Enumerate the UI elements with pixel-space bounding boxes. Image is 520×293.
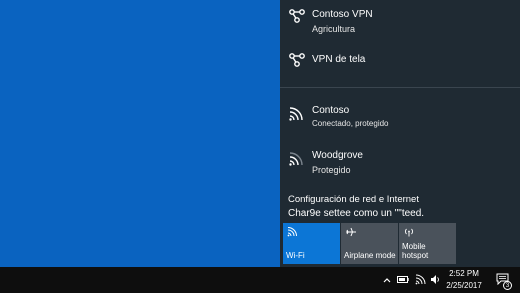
wifi-name: Contoso — [312, 105, 350, 116]
divider — [280, 87, 520, 88]
airplane-icon — [346, 227, 356, 237]
status-text: Char9e settee como un ""teed. — [288, 208, 425, 219]
tile-label: Wi-Fi — [286, 251, 305, 260]
vpn-icon — [289, 53, 305, 67]
wifi-network-woodgrove[interactable]: Woodgrove Protegido — [280, 141, 520, 186]
vpn-icon — [289, 9, 305, 23]
vpn-subtitle: Agricultura — [312, 24, 356, 34]
show-hidden-icons-chevron-icon[interactable] — [383, 277, 391, 283]
taskbar: 2:52 PM 2/25/2017 3 — [0, 267, 520, 293]
mobile-hotspot-tile[interactable]: Mobile hotspot — [399, 223, 456, 264]
network-wifi-tray-icon[interactable] — [415, 274, 426, 285]
wifi-icon — [287, 227, 297, 237]
vpn-item-contoso[interactable]: Contoso VPN Agricultura — [280, 0, 520, 45]
vpn-name: VPN de tela — [312, 54, 366, 65]
wifi-network-contoso[interactable]: Contoso Conectado, protegido — [280, 96, 520, 141]
wifi-signal-icon — [289, 152, 303, 166]
wifi-status: Conectado, protegido — [312, 119, 389, 128]
hotspot-icon — [405, 228, 413, 237]
notification-count-badge: 3 — [503, 281, 512, 290]
clock-date[interactable]: 2/25/2017 — [440, 281, 488, 290]
wifi-status: Protegido — [312, 165, 351, 175]
network-settings-link[interactable]: Configuración de red e Internet — [288, 194, 419, 205]
airplane-mode-tile[interactable]: Airplane mode — [341, 223, 398, 264]
desktop-background — [0, 0, 280, 267]
wifi-toggle-tile[interactable]: Wi-Fi — [283, 223, 340, 264]
network-flyout: Contoso VPN Agricultura VPN de tela Cont… — [280, 0, 520, 267]
vpn-item-tela[interactable]: VPN de tela — [280, 45, 520, 85]
clock-time[interactable]: 2:52 PM — [440, 269, 488, 278]
tile-label: Mobile hotspot — [402, 242, 429, 260]
tile-label: Airplane mode — [344, 251, 396, 260]
battery-icon[interactable] — [397, 275, 409, 284]
wifi-name: Woodgrove — [312, 150, 363, 161]
wifi-signal-icon — [289, 107, 303, 121]
vpn-name: Contoso VPN — [312, 9, 373, 20]
